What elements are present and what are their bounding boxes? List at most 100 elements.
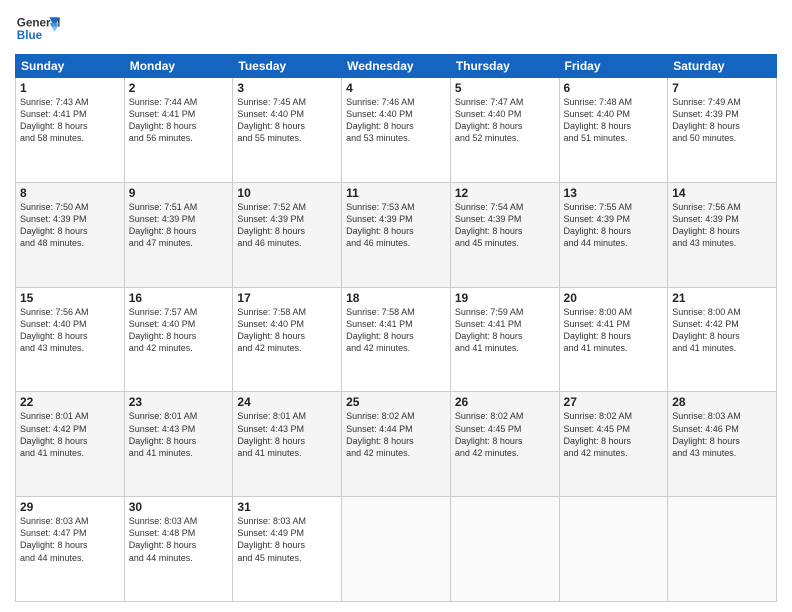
day-cell-23: 23Sunrise: 8:01 AMSunset: 4:43 PMDayligh…	[124, 392, 233, 497]
day-number-6: 6	[564, 81, 664, 95]
day-number-12: 12	[455, 186, 555, 200]
week-row-2: 8Sunrise: 7:50 AMSunset: 4:39 PMDaylight…	[16, 182, 777, 287]
day-cell-6: 6Sunrise: 7:48 AMSunset: 4:40 PMDaylight…	[559, 78, 668, 183]
day-number-30: 30	[129, 500, 229, 514]
day-cell-8: 8Sunrise: 7:50 AMSunset: 4:39 PMDaylight…	[16, 182, 125, 287]
day-info-22: Sunrise: 8:01 AMSunset: 4:42 PMDaylight:…	[20, 410, 120, 459]
day-info-24: Sunrise: 8:01 AMSunset: 4:43 PMDaylight:…	[237, 410, 337, 459]
day-number-14: 14	[672, 186, 772, 200]
day-cell-22: 22Sunrise: 8:01 AMSunset: 4:42 PMDayligh…	[16, 392, 125, 497]
day-number-27: 27	[564, 395, 664, 409]
day-number-29: 29	[20, 500, 120, 514]
day-cell-17: 17Sunrise: 7:58 AMSunset: 4:40 PMDayligh…	[233, 287, 342, 392]
day-number-17: 17	[237, 291, 337, 305]
day-info-6: Sunrise: 7:48 AMSunset: 4:40 PMDaylight:…	[564, 96, 664, 145]
day-cell-10: 10Sunrise: 7:52 AMSunset: 4:39 PMDayligh…	[233, 182, 342, 287]
day-number-28: 28	[672, 395, 772, 409]
day-info-12: Sunrise: 7:54 AMSunset: 4:39 PMDaylight:…	[455, 201, 555, 250]
weekday-header-monday: Monday	[124, 55, 233, 78]
day-number-26: 26	[455, 395, 555, 409]
day-info-19: Sunrise: 7:59 AMSunset: 4:41 PMDaylight:…	[455, 306, 555, 355]
day-info-31: Sunrise: 8:03 AMSunset: 4:49 PMDaylight:…	[237, 515, 337, 564]
page: General Blue SundayMondayTuesdayWednesda…	[0, 0, 792, 612]
day-number-18: 18	[346, 291, 446, 305]
day-number-13: 13	[564, 186, 664, 200]
day-number-21: 21	[672, 291, 772, 305]
day-cell-2: 2Sunrise: 7:44 AMSunset: 4:41 PMDaylight…	[124, 78, 233, 183]
day-cell-20: 20Sunrise: 8:00 AMSunset: 4:41 PMDayligh…	[559, 287, 668, 392]
empty-cell	[559, 497, 668, 602]
day-cell-27: 27Sunrise: 8:02 AMSunset: 4:45 PMDayligh…	[559, 392, 668, 497]
day-info-14: Sunrise: 7:56 AMSunset: 4:39 PMDaylight:…	[672, 201, 772, 250]
weekday-header-sunday: Sunday	[16, 55, 125, 78]
day-cell-24: 24Sunrise: 8:01 AMSunset: 4:43 PMDayligh…	[233, 392, 342, 497]
day-info-26: Sunrise: 8:02 AMSunset: 4:45 PMDaylight:…	[455, 410, 555, 459]
day-cell-21: 21Sunrise: 8:00 AMSunset: 4:42 PMDayligh…	[668, 287, 777, 392]
day-info-20: Sunrise: 8:00 AMSunset: 4:41 PMDaylight:…	[564, 306, 664, 355]
day-cell-1: 1Sunrise: 7:43 AMSunset: 4:41 PMDaylight…	[16, 78, 125, 183]
day-cell-25: 25Sunrise: 8:02 AMSunset: 4:44 PMDayligh…	[342, 392, 451, 497]
weekday-header-friday: Friday	[559, 55, 668, 78]
day-cell-9: 9Sunrise: 7:51 AMSunset: 4:39 PMDaylight…	[124, 182, 233, 287]
day-info-3: Sunrise: 7:45 AMSunset: 4:40 PMDaylight:…	[237, 96, 337, 145]
weekday-header-wednesday: Wednesday	[342, 55, 451, 78]
day-info-29: Sunrise: 8:03 AMSunset: 4:47 PMDaylight:…	[20, 515, 120, 564]
day-info-4: Sunrise: 7:46 AMSunset: 4:40 PMDaylight:…	[346, 96, 446, 145]
day-info-18: Sunrise: 7:58 AMSunset: 4:41 PMDaylight:…	[346, 306, 446, 355]
header: General Blue	[15, 10, 777, 48]
week-row-3: 15Sunrise: 7:56 AMSunset: 4:40 PMDayligh…	[16, 287, 777, 392]
day-number-23: 23	[129, 395, 229, 409]
day-number-15: 15	[20, 291, 120, 305]
week-row-5: 29Sunrise: 8:03 AMSunset: 4:47 PMDayligh…	[16, 497, 777, 602]
week-row-4: 22Sunrise: 8:01 AMSunset: 4:42 PMDayligh…	[16, 392, 777, 497]
day-info-21: Sunrise: 8:00 AMSunset: 4:42 PMDaylight:…	[672, 306, 772, 355]
day-cell-26: 26Sunrise: 8:02 AMSunset: 4:45 PMDayligh…	[450, 392, 559, 497]
day-cell-7: 7Sunrise: 7:49 AMSunset: 4:39 PMDaylight…	[668, 78, 777, 183]
day-info-15: Sunrise: 7:56 AMSunset: 4:40 PMDaylight:…	[20, 306, 120, 355]
day-cell-18: 18Sunrise: 7:58 AMSunset: 4:41 PMDayligh…	[342, 287, 451, 392]
day-number-8: 8	[20, 186, 120, 200]
day-info-25: Sunrise: 8:02 AMSunset: 4:44 PMDaylight:…	[346, 410, 446, 459]
day-info-8: Sunrise: 7:50 AMSunset: 4:39 PMDaylight:…	[20, 201, 120, 250]
day-number-31: 31	[237, 500, 337, 514]
day-cell-3: 3Sunrise: 7:45 AMSunset: 4:40 PMDaylight…	[233, 78, 342, 183]
day-number-20: 20	[564, 291, 664, 305]
day-cell-15: 15Sunrise: 7:56 AMSunset: 4:40 PMDayligh…	[16, 287, 125, 392]
day-cell-30: 30Sunrise: 8:03 AMSunset: 4:48 PMDayligh…	[124, 497, 233, 602]
empty-cell	[450, 497, 559, 602]
logo-icon: General Blue	[15, 10, 60, 48]
day-info-11: Sunrise: 7:53 AMSunset: 4:39 PMDaylight:…	[346, 201, 446, 250]
day-info-17: Sunrise: 7:58 AMSunset: 4:40 PMDaylight:…	[237, 306, 337, 355]
weekday-header-tuesday: Tuesday	[233, 55, 342, 78]
day-number-24: 24	[237, 395, 337, 409]
day-info-23: Sunrise: 8:01 AMSunset: 4:43 PMDaylight:…	[129, 410, 229, 459]
day-info-30: Sunrise: 8:03 AMSunset: 4:48 PMDaylight:…	[129, 515, 229, 564]
logo: General Blue	[15, 10, 60, 48]
weekday-header-thursday: Thursday	[450, 55, 559, 78]
day-number-16: 16	[129, 291, 229, 305]
empty-cell	[668, 497, 777, 602]
day-number-25: 25	[346, 395, 446, 409]
day-number-7: 7	[672, 81, 772, 95]
week-row-1: 1Sunrise: 7:43 AMSunset: 4:41 PMDaylight…	[16, 78, 777, 183]
day-cell-14: 14Sunrise: 7:56 AMSunset: 4:39 PMDayligh…	[668, 182, 777, 287]
day-number-3: 3	[237, 81, 337, 95]
day-cell-16: 16Sunrise: 7:57 AMSunset: 4:40 PMDayligh…	[124, 287, 233, 392]
day-number-2: 2	[129, 81, 229, 95]
day-cell-13: 13Sunrise: 7:55 AMSunset: 4:39 PMDayligh…	[559, 182, 668, 287]
day-info-1: Sunrise: 7:43 AMSunset: 4:41 PMDaylight:…	[20, 96, 120, 145]
day-info-9: Sunrise: 7:51 AMSunset: 4:39 PMDaylight:…	[129, 201, 229, 250]
day-info-16: Sunrise: 7:57 AMSunset: 4:40 PMDaylight:…	[129, 306, 229, 355]
day-cell-4: 4Sunrise: 7:46 AMSunset: 4:40 PMDaylight…	[342, 78, 451, 183]
day-info-27: Sunrise: 8:02 AMSunset: 4:45 PMDaylight:…	[564, 410, 664, 459]
day-cell-28: 28Sunrise: 8:03 AMSunset: 4:46 PMDayligh…	[668, 392, 777, 497]
day-number-19: 19	[455, 291, 555, 305]
day-cell-11: 11Sunrise: 7:53 AMSunset: 4:39 PMDayligh…	[342, 182, 451, 287]
day-cell-12: 12Sunrise: 7:54 AMSunset: 4:39 PMDayligh…	[450, 182, 559, 287]
calendar-table: SundayMondayTuesdayWednesdayThursdayFrid…	[15, 54, 777, 602]
day-number-22: 22	[20, 395, 120, 409]
day-info-2: Sunrise: 7:44 AMSunset: 4:41 PMDaylight:…	[129, 96, 229, 145]
day-number-11: 11	[346, 186, 446, 200]
day-info-28: Sunrise: 8:03 AMSunset: 4:46 PMDaylight:…	[672, 410, 772, 459]
svg-text:Blue: Blue	[17, 29, 43, 42]
